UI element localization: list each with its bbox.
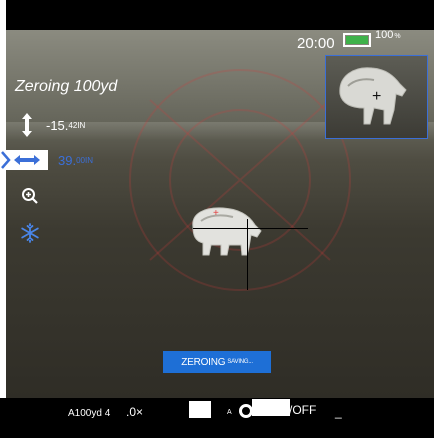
reticle-horizontal-line bbox=[193, 228, 308, 229]
horizontal-offset-row[interactable]: 39. 00IN bbox=[0, 150, 93, 170]
power-toggle-icon[interactable] bbox=[239, 404, 253, 418]
battery-icon bbox=[343, 33, 371, 47]
toggle-state-label: /OFF bbox=[289, 403, 317, 417]
indicator-box bbox=[189, 401, 211, 418]
vertical-offset-value: -15. bbox=[46, 117, 69, 133]
zoom-icon[interactable] bbox=[21, 187, 39, 205]
aim-point-icon: + bbox=[213, 208, 219, 219]
zeroing-saving-toast: ZEROING SAVING... bbox=[163, 351, 271, 373]
vertical-offset-unit: 42IN bbox=[68, 120, 86, 130]
mode-letter: A bbox=[227, 409, 232, 416]
horizontal-offset-value: 39. bbox=[58, 152, 77, 168]
vertical-offset-row[interactable]: -15. 42IN bbox=[20, 112, 85, 138]
horizontal-offset-unit: 00IN bbox=[76, 155, 93, 165]
bottom-status-bar bbox=[0, 398, 428, 438]
battery-percent: 100% bbox=[375, 29, 401, 41]
zoom-level-label: .0× bbox=[126, 405, 144, 419]
zeroing-title: Zeroing 100yd bbox=[15, 78, 118, 95]
saving-label: ZEROING bbox=[181, 356, 226, 368]
vertical-arrows-icon bbox=[22, 113, 32, 137]
battery-fill bbox=[346, 36, 368, 44]
target-animal-image bbox=[192, 207, 262, 256]
saving-label-small: SAVING... bbox=[227, 359, 253, 365]
horizontal-arrows-icon bbox=[0, 150, 48, 170]
crosshair-icon: + bbox=[372, 88, 382, 105]
dash-label: _ bbox=[335, 405, 342, 419]
ammo-profile-label: A100yd 4 bbox=[68, 408, 111, 419]
snowflake-icon[interactable] bbox=[20, 223, 40, 243]
toggle-label-bar bbox=[252, 399, 290, 416]
top-status-bar bbox=[6, 0, 434, 30]
clock: 20:00 bbox=[297, 35, 335, 52]
battery-percent-value: 100 bbox=[375, 29, 394, 41]
pip-animal-image bbox=[339, 67, 407, 125]
battery-percent-unit: % bbox=[394, 33, 401, 40]
reticle-vertical-line bbox=[247, 219, 248, 290]
